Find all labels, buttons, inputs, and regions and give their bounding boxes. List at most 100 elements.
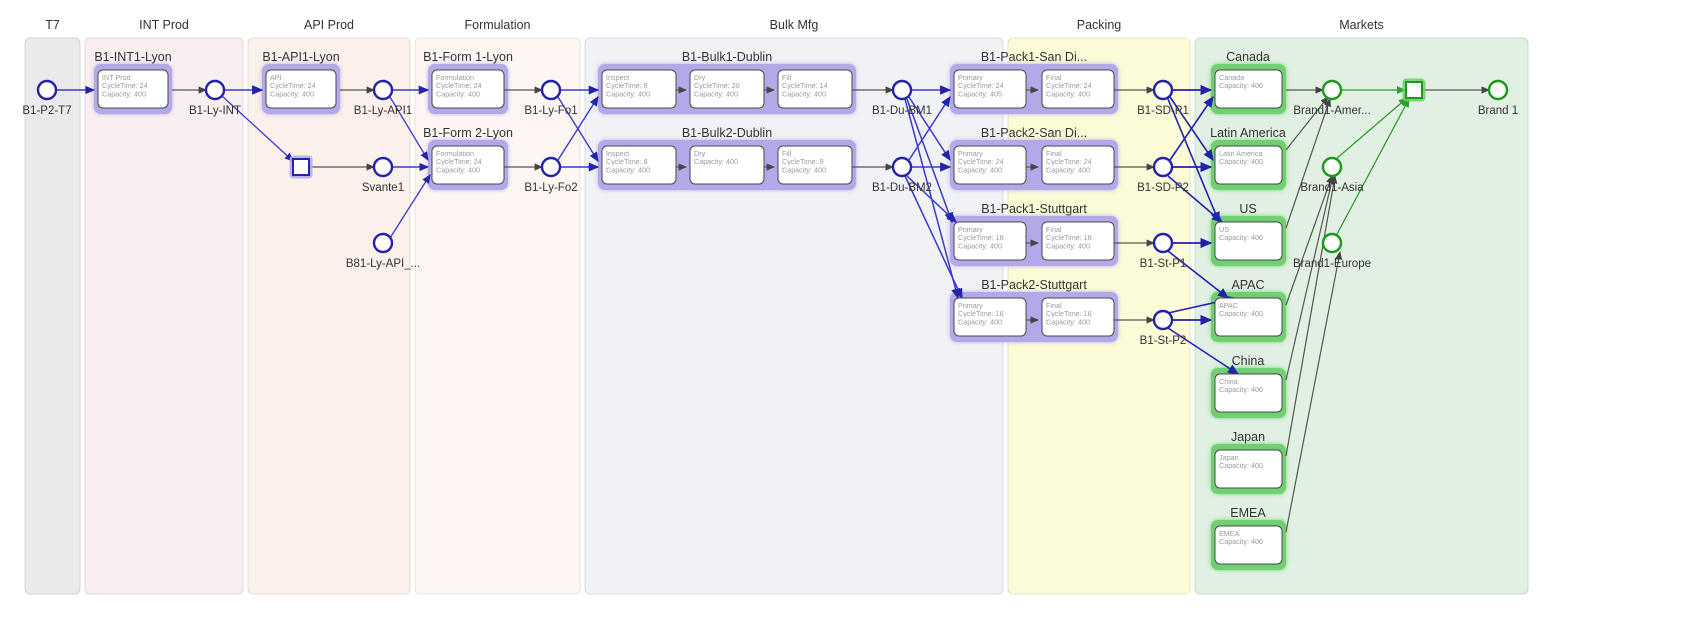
- step-s-p2sd-primary[interactable]: PrimaryCycleTime: 24Capacity: 400: [953, 145, 1027, 185]
- node-n-du-bm1[interactable]: [891, 79, 913, 101]
- step-s-b2-fill[interactable]: FillCycleTime: 9Capacity: 400: [777, 145, 853, 185]
- node-n-square-api[interactable]: [292, 158, 310, 176]
- swimlane-title-bulk-mfg: Bulk Mfg: [770, 18, 819, 32]
- swimlane-api-prod: [247, 37, 411, 595]
- group-title-g-form2: B1-Form 2-Lyon: [423, 126, 513, 140]
- step-s-p1st-final[interactable]: FinalCycleTime: 16Capacity: 400: [1041, 221, 1115, 261]
- node-n-svante1[interactable]: [372, 156, 394, 178]
- step-text-line: Capacity: 400: [1219, 385, 1263, 394]
- step-text-line: Capacity: 400: [1046, 317, 1090, 326]
- group-title-g-canada: Canada: [1226, 50, 1270, 64]
- diagram-canvas: T7 INT Prod API Prod Formulation Bulk Mfg Pac…: [0, 0, 1690, 642]
- node-label-n-brand1-asia: Brand1-Asia: [1300, 182, 1364, 194]
- swimlane-title-api-prod: API Prod: [304, 18, 354, 32]
- node-label-n-st-p1: B1-St-P1: [1140, 258, 1187, 270]
- step-s-b1-dry[interactable]: DryCycleTime: 20Capacity: 400: [689, 69, 765, 109]
- node-n-ly-fo2[interactable]: [540, 156, 562, 178]
- swimlane-bulk-mfg: [584, 37, 1004, 595]
- node-n-ly-api1[interactable]: [372, 79, 394, 101]
- step-s-p1st-primary[interactable]: PrimaryCycleTime: 16Capacity: 400: [953, 221, 1027, 261]
- node-n-st-p1[interactable]: [1152, 232, 1174, 254]
- node-n-ly-int[interactable]: [204, 79, 226, 101]
- step-s-p1sd-primary[interactable]: PrimaryCycleTime: 24Capacity: 405: [953, 69, 1027, 109]
- group-title-g-bulk2: B1-Bulk2-Dublin: [682, 126, 772, 140]
- step-text-line: Capacity: 400: [1219, 233, 1263, 242]
- step-s-b2-dry[interactable]: DryCapacity: 400: [689, 145, 765, 185]
- step-s-b2-inspect[interactable]: InspectCycleTime: 8Capacity: 400: [601, 145, 677, 185]
- node-label-n-svante1: Svante1: [362, 182, 404, 194]
- step-s-b1-fill[interactable]: FillCycleTime: 14Capacity: 400: [777, 69, 853, 109]
- step-text-line: Capacity: 400: [958, 317, 1002, 326]
- step-s-m-us[interactable]: USCapacity: 400: [1214, 221, 1283, 261]
- group-title-g-emea: EMEA: [1230, 506, 1266, 520]
- group-title-g-pack2st: B1-Pack2-Stuttgart: [981, 278, 1087, 292]
- group-title-g-pack1sd: B1-Pack1-San Di...: [981, 50, 1087, 64]
- swimlane-title-markets: Markets: [1339, 18, 1383, 32]
- node-n-st-p2[interactable]: [1152, 309, 1174, 331]
- node-n-b81[interactable]: [372, 232, 394, 254]
- node-label-n-sd-p1: B1-SD-P1: [1137, 105, 1189, 117]
- step-text-line: Capacity: 400: [1219, 461, 1263, 470]
- step-text-line: Capacity: 400: [694, 157, 738, 166]
- group-title-g-form1: B1-Form 1-Lyon: [423, 50, 513, 64]
- node-n-brand1-amer[interactable]: [1321, 79, 1343, 101]
- step-s-p2st-final[interactable]: FinalCycleTime: 16Capacity: 400: [1041, 297, 1115, 337]
- step-s-p2st-primary[interactable]: PrimaryCycleTime: 16Capacity: 400: [953, 297, 1027, 337]
- step-s-api[interactable]: APICycleTime: 24Capacity: 400: [265, 69, 337, 109]
- step-s-m-canada[interactable]: CanadaCapacity: 400: [1214, 69, 1283, 109]
- node-label-n-sd-p2: B1-SD-P2: [1137, 182, 1189, 194]
- step-text-line: Capacity: 405: [958, 89, 1002, 98]
- group-title-g-pack2sd: B1-Pack2-San Di...: [981, 126, 1087, 140]
- group-title-g-int1: B1-INT1-Lyon: [94, 50, 171, 64]
- step-text-line: Capacity: 400: [102, 89, 146, 98]
- node-label-n-ly-int: B1-Ly-INT: [189, 105, 241, 117]
- step-text-line: Capacity: 400: [606, 89, 650, 98]
- swimlane-title-t7: T7: [45, 18, 60, 32]
- group-title-g-china: China: [1232, 354, 1265, 368]
- node-n-sd-p1[interactable]: [1152, 79, 1174, 101]
- group-title-g-api1: B1-API1-Lyon: [262, 50, 339, 64]
- step-text-line: Capacity: 400: [270, 89, 314, 98]
- node-label-n-brand1-amer: Brand1-Amer...: [1293, 105, 1370, 117]
- node-n-ly-fo1[interactable]: [540, 79, 562, 101]
- node-n-brand1-europe[interactable]: [1321, 232, 1343, 254]
- step-s-m-japan[interactable]: JapanCapacity: 400: [1214, 449, 1283, 489]
- flow-svg[interactable]: T7 INT Prod API Prod Formulation Bulk Mfg Pac…: [0, 0, 1690, 642]
- node-n-brand1-asia[interactable]: [1321, 156, 1343, 178]
- step-s-m-emea[interactable]: EMEACapacity: 400: [1214, 525, 1283, 565]
- node-label-n-brand1: Brand 1: [1478, 105, 1518, 117]
- step-s-p1sd-final[interactable]: FinalCycleTime: 24Capacity: 400: [1041, 69, 1115, 109]
- group-title-g-japan: Japan: [1231, 430, 1265, 444]
- node-label-n-ly-fo1: B1-Ly-Fo1: [524, 105, 577, 117]
- swimlane-t7: [24, 37, 81, 595]
- swimlane-titles: T7 INT Prod API Prod Formulation Bulk Mfg Pac…: [45, 18, 1384, 32]
- step-s-m-latam[interactable]: Latin AmericaCapacity: 400: [1214, 145, 1283, 185]
- node-n-sd-p2[interactable]: [1152, 156, 1174, 178]
- step-s-form1[interactable]: FormulationCycleTime: 24Capacity: 400: [431, 69, 505, 109]
- node-n-p2t7[interactable]: [36, 79, 58, 101]
- step-s-m-china[interactable]: ChinaCapacity: 400: [1214, 373, 1283, 413]
- node-n-brand1-sq[interactable]: [1405, 81, 1423, 99]
- step-s-b1-inspect[interactable]: InspectCycleTime: 8Capacity: 400: [601, 69, 677, 109]
- step-text-line: Capacity: 400: [782, 89, 826, 98]
- step-text-line: Capacity: 400: [1219, 157, 1263, 166]
- step-text-line: Capacity: 400: [1046, 89, 1090, 98]
- node-label-n-ly-fo2: B1-Ly-Fo2: [524, 182, 577, 194]
- step-s-m-apac[interactable]: APACCapacity: 400: [1214, 297, 1283, 337]
- step-text-line: Capacity: 400: [1219, 309, 1263, 318]
- step-text-line: Capacity: 400: [436, 89, 480, 98]
- group-title-g-pack1st: B1-Pack1-Stuttgart: [981, 202, 1087, 216]
- swimlane-int-prod: [84, 37, 244, 595]
- step-s-form2[interactable]: FormulationCycleTime: 24Capacity: 400: [431, 145, 505, 185]
- step-s-int-prod[interactable]: INT ProdCycleTime: 24Capacity: 400: [97, 69, 169, 109]
- node-label-n-brand1-europe: Brand1-Europe: [1293, 258, 1371, 270]
- step-s-p2sd-final[interactable]: FinalCycleTime: 24Capacity: 400: [1041, 145, 1115, 185]
- step-text-line: Capacity: 400: [606, 165, 650, 174]
- node-label-n-du-bm1: B1-Du-BM1: [872, 105, 932, 117]
- node-n-du-bm2[interactable]: [891, 156, 913, 178]
- step-text-line: Capacity: 400: [782, 165, 826, 174]
- step-text-line: Capacity: 400: [1046, 165, 1090, 174]
- swimlane-title-formulation: Formulation: [465, 18, 531, 32]
- node-n-brand1[interactable]: [1487, 79, 1509, 101]
- group-title-g-apac: APAC: [1231, 278, 1264, 292]
